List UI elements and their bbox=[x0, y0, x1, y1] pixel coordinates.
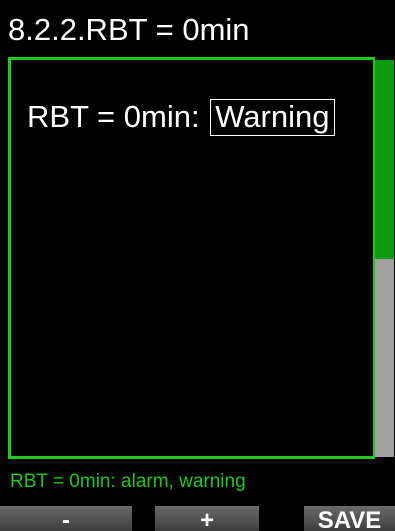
scrollbar[interactable] bbox=[375, 57, 395, 459]
save-button[interactable]: SAVE bbox=[304, 506, 395, 531]
increase-button[interactable]: + bbox=[155, 506, 259, 531]
setting-label: RBT = 0min: bbox=[27, 99, 200, 134]
settings-panel: RBT = 0min: Warning bbox=[8, 57, 376, 459]
status-description: RBT = 0min: alarm, warning bbox=[10, 471, 246, 492]
decrease-button[interactable]: - bbox=[0, 506, 132, 531]
setting-row-rbt[interactable]: RBT = 0min: Warning bbox=[27, 99, 335, 136]
scrollbar-thumb[interactable] bbox=[375, 60, 394, 259]
page-title: 8.2.2.RBT = 0min bbox=[8, 12, 250, 47]
setting-value-selector[interactable]: Warning bbox=[210, 99, 335, 136]
softkey-bar: - + SAVE bbox=[0, 506, 395, 531]
title-bar: 8.2.2.RBT = 0min bbox=[0, 0, 395, 55]
scrollbar-track-remainder bbox=[375, 259, 394, 457]
